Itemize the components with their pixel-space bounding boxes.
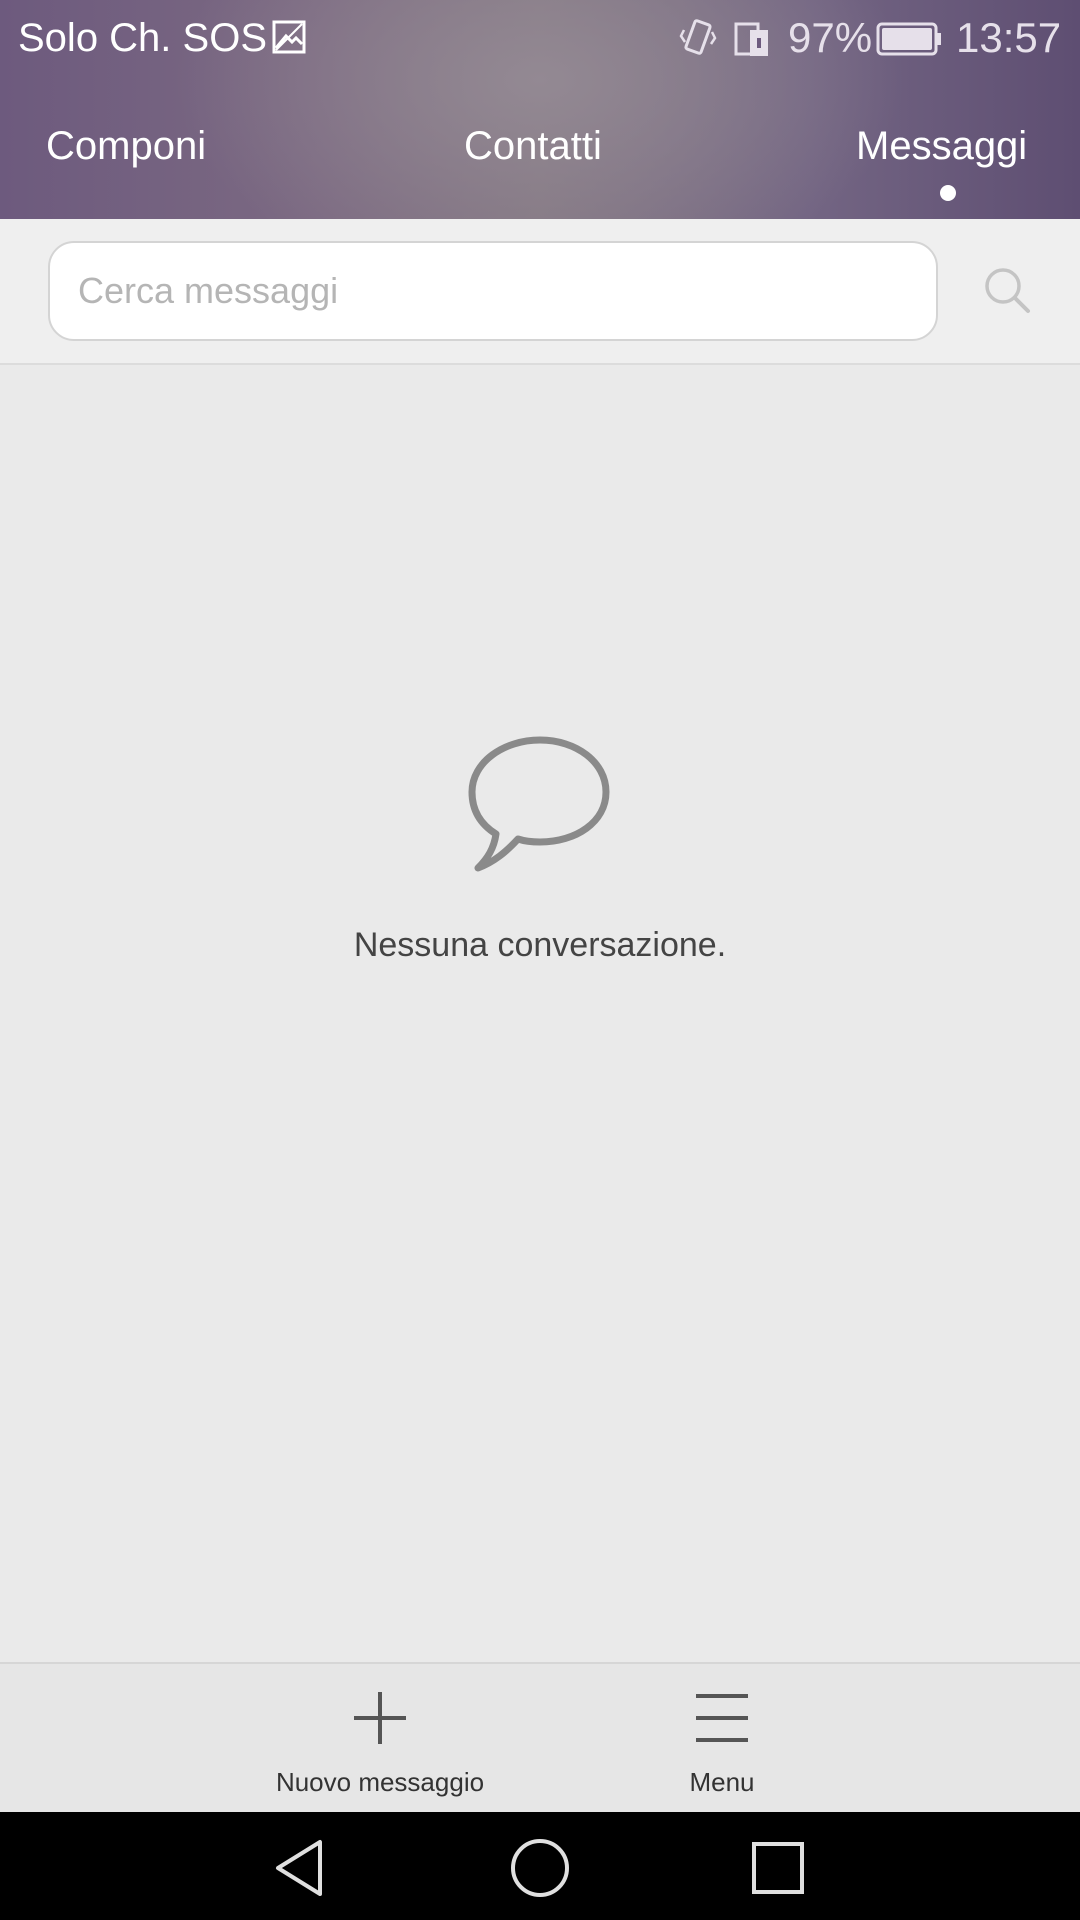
selected-tab-indicator xyxy=(940,185,956,201)
new-message-button[interactable]: Nuovo messaggio xyxy=(230,1664,530,1814)
search-input[interactable]: Cerca messaggi xyxy=(48,241,938,341)
battery-percentage: 97% xyxy=(788,14,873,61)
speech-bubble-icon xyxy=(468,736,610,872)
menu-label: Menu xyxy=(689,1767,755,1797)
search-icon[interactable] xyxy=(982,265,1032,315)
image-icon xyxy=(272,20,306,54)
tab-componi[interactable]: Componi xyxy=(46,118,206,174)
battery-icon xyxy=(876,22,941,56)
tab-messaggi[interactable]: Messaggi xyxy=(856,118,1027,174)
home-icon[interactable] xyxy=(508,1836,572,1900)
carrier-name: Solo Ch. SOS xyxy=(18,16,268,60)
tab-contatti[interactable]: Contatti xyxy=(464,118,602,174)
new-message-label: Nuovo messaggio xyxy=(275,1767,485,1797)
search-bar: Cerca messaggi xyxy=(0,219,1080,365)
back-icon[interactable] xyxy=(270,1836,334,1900)
vibrate-icon xyxy=(679,19,717,55)
plus-icon xyxy=(354,1692,406,1744)
clock: 13:57 xyxy=(956,14,1062,61)
app-header: Solo Ch. SOS 97% 13:57 Componi Contatti … xyxy=(0,0,1080,219)
system-navigation-bar xyxy=(0,1812,1080,1920)
sim-icon xyxy=(734,22,768,56)
menu-icon xyxy=(696,1694,748,1742)
search-placeholder: Cerca messaggi xyxy=(78,270,339,311)
menu-button[interactable]: Menu xyxy=(572,1664,872,1814)
empty-state-message: Nessuna conversazione. xyxy=(353,926,727,964)
recents-icon[interactable] xyxy=(746,1836,810,1900)
status-bar: Solo Ch. SOS 97% 13:57 xyxy=(0,0,1080,78)
bottom-action-bar: Nuovo messaggio Menu xyxy=(0,1662,1080,1814)
